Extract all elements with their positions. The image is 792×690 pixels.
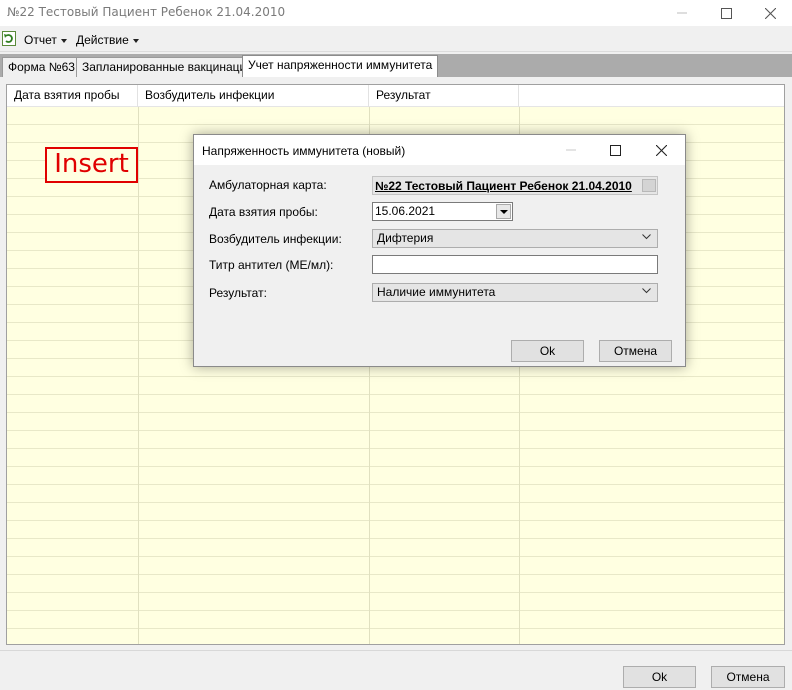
label-titer: Титр антител (МЕ/мл): xyxy=(209,258,334,272)
minimize-icon xyxy=(566,149,576,151)
label-pathogen: Возбудитель инфекции: xyxy=(209,232,342,246)
dialog-cancel-button[interactable]: Отмена xyxy=(599,340,672,362)
label-result: Результат: xyxy=(209,286,267,300)
titer-input[interactable] xyxy=(372,255,658,274)
result-value: Наличие иммунитета xyxy=(377,285,496,299)
column-header-result[interactable]: Результат xyxy=(369,85,519,107)
pathogen-value: Дифтерия xyxy=(377,231,434,245)
maximize-icon xyxy=(720,7,732,19)
grid-header: Дата взятия пробы Возбудитель инфекции Р… xyxy=(7,85,784,107)
sample-date-value: 15.06.2021 xyxy=(375,204,436,218)
tab-immunity-tension[interactable]: Учет напряженности иммунитета xyxy=(242,55,439,77)
menu-action[interactable]: Действие xyxy=(76,33,139,47)
calendar-dropdown-button[interactable] xyxy=(496,204,511,219)
pathogen-select[interactable]: Дифтерия xyxy=(372,229,658,248)
label-sample-date: Дата взятия пробы: xyxy=(209,205,318,219)
maximize-button[interactable] xyxy=(704,0,748,26)
tab-form-63[interactable]: Форма №63 xyxy=(2,57,81,77)
tab-planned-vaccinations[interactable]: Запланированные вакцинации xyxy=(76,57,259,77)
column-header-pathogen[interactable]: Возбудитель инфекции xyxy=(138,85,369,107)
dialog-ok-button[interactable]: Ok xyxy=(511,340,584,362)
ok-button[interactable]: Ok xyxy=(623,666,696,688)
dialog-maximize-button[interactable] xyxy=(593,135,637,165)
card-field[interactable]: №22 Тестовый Пациент Ребенок 21.04.2010 xyxy=(372,176,658,195)
column-header-sample-date[interactable]: Дата взятия пробы xyxy=(7,85,138,107)
menu-report[interactable]: Отчет xyxy=(24,33,67,47)
close-icon xyxy=(764,7,776,19)
insert-annotation: Insert xyxy=(45,147,138,183)
menu-action-label: Действие xyxy=(76,33,129,47)
bottom-bar: Ok Отмена xyxy=(0,650,792,690)
dialog-title: Напряженность иммунитета (новый) xyxy=(202,144,406,158)
minimize-button[interactable] xyxy=(660,0,704,26)
refresh-icon[interactable] xyxy=(2,31,16,46)
column-divider xyxy=(138,107,139,644)
menu-bar: Отчет Действие xyxy=(0,27,792,52)
window-title: №22 Тестовый Пациент Ребенок 21.04.2010 xyxy=(7,5,286,19)
chevron-down-icon xyxy=(642,288,651,294)
dialog-titlebar: Напряженность иммунитета (новый) xyxy=(194,135,685,165)
close-button[interactable] xyxy=(748,0,792,26)
close-icon xyxy=(655,144,667,156)
minimize-icon xyxy=(677,12,687,14)
sample-date-picker[interactable]: 15.06.2021 xyxy=(372,202,513,221)
window-titlebar: №22 Тестовый Пациент Ребенок 21.04.2010 xyxy=(0,0,792,26)
chevron-down-icon xyxy=(132,38,139,43)
dialog-minimize-button[interactable] xyxy=(549,135,593,165)
label-card: Амбулаторная карта: xyxy=(209,178,327,192)
tab-strip: Форма №63 Запланированные вакцинации Уче… xyxy=(0,54,792,77)
immunity-dialog: Напряженность иммунитета (новый) Амбулат… xyxy=(193,134,686,367)
chevron-down-icon xyxy=(642,234,651,240)
menu-report-label: Отчет xyxy=(24,33,57,47)
column-header-empty xyxy=(519,85,784,107)
dialog-close-button[interactable] xyxy=(639,135,683,165)
card-value: №22 Тестовый Пациент Ребенок 21.04.2010 xyxy=(375,179,632,193)
lookup-button[interactable] xyxy=(642,179,656,192)
chevron-down-icon xyxy=(60,38,67,43)
maximize-icon xyxy=(609,144,621,156)
result-select[interactable]: Наличие иммунитета xyxy=(372,283,658,302)
cancel-button[interactable]: Отмена xyxy=(711,666,785,688)
